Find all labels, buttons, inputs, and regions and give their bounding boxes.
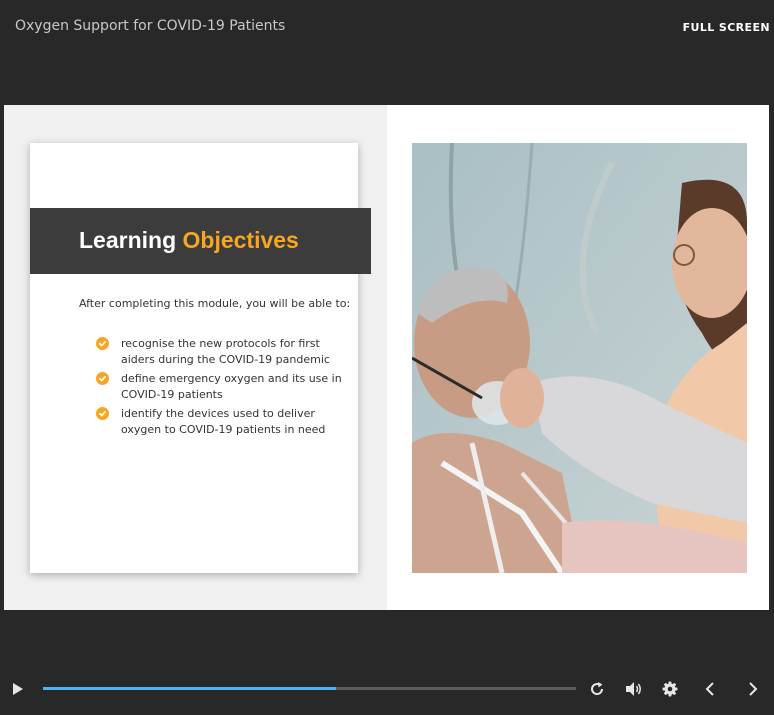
fullscreen-button[interactable]: FULL SCREEN	[683, 21, 770, 34]
intro-text: After completing this module, you will b…	[79, 297, 351, 310]
objective-item: define emergency oxygen and its use in C…	[96, 371, 346, 403]
course-title: Oxygen Support for COVID-19 Patients	[15, 18, 286, 34]
objective-text: define emergency oxygen and its use in C…	[121, 372, 342, 401]
player-controls	[0, 665, 774, 715]
objectives-card: Learning Objectives After completing thi…	[30, 143, 371, 573]
slide-title-part1: Learning	[79, 227, 177, 253]
check-circle-icon	[96, 372, 109, 385]
slide-title-part2: Objectives	[182, 227, 299, 253]
check-circle-icon	[96, 407, 109, 420]
next-icon[interactable]	[745, 680, 761, 698]
volume-icon[interactable]	[624, 680, 644, 698]
objective-item: identify the devices used to deliver oxy…	[96, 406, 346, 438]
title-banner: Learning Objectives	[30, 208, 371, 274]
objective-text: identify the devices used to deliver oxy…	[121, 407, 326, 436]
check-circle-icon	[96, 337, 109, 350]
objective-text: recognise the new protocols for first ai…	[121, 337, 330, 366]
play-icon[interactable]	[10, 681, 26, 697]
patient-oxygen-photo	[412, 143, 747, 573]
slide-title: Learning Objectives	[79, 227, 299, 254]
replay-icon[interactable]	[588, 680, 606, 698]
settings-icon[interactable]	[661, 680, 679, 698]
progress-fill	[43, 687, 337, 690]
slide: Learning Objectives After completing thi…	[4, 105, 769, 610]
objective-item: recognise the new protocols for first ai…	[96, 336, 346, 368]
progress-bar[interactable]	[43, 687, 576, 690]
objectives-list: recognise the new protocols for first ai…	[96, 336, 346, 441]
prev-icon[interactable]	[702, 680, 718, 698]
